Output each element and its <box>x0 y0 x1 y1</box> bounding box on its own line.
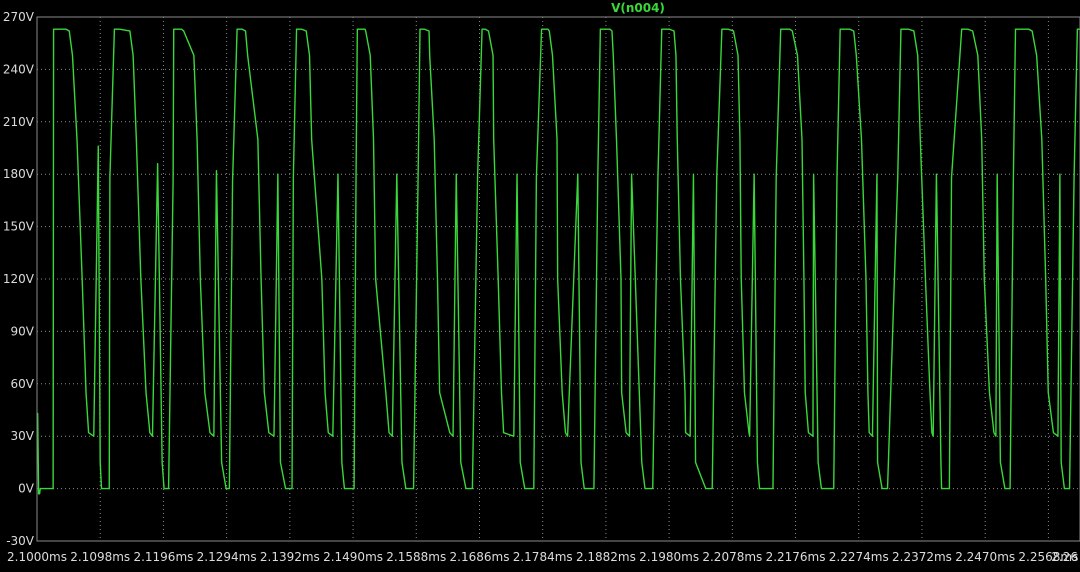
x-tick-label: 2.1392ms <box>260 550 320 564</box>
y-tick-label: 270V <box>3 10 35 24</box>
x-tick-label: 2.26 <box>1051 550 1078 564</box>
x-tick-label: 2.1490ms <box>323 550 383 564</box>
x-tick-label: 2.2078ms <box>702 550 762 564</box>
x-tick-label: 2.2274ms <box>829 550 889 564</box>
chart-title: V(n004) <box>611 1 665 15</box>
waveform-plot: V(n004) 270V 240V 210V 180V 150V 120V 90V 60V 30… <box>3 1 1080 564</box>
y-tick-label: 30V <box>11 429 35 443</box>
y-tick-label: 90V <box>11 324 35 338</box>
x-tick-label: 2.1784ms <box>513 550 573 564</box>
x-tick-label: 2.1196ms <box>133 550 193 564</box>
y-tick-label: -30V <box>6 534 35 548</box>
x-tick-label: 2.1000ms <box>7 550 67 564</box>
x-tick-label: 2.1882ms <box>576 550 636 564</box>
x-tick-label: 2.1686ms <box>450 550 510 564</box>
x-tick-label: 2.1588ms <box>386 550 446 564</box>
plot-grid <box>37 16 1080 542</box>
y-tick-label: 60V <box>11 377 35 391</box>
x-tick-label: 2.1098ms <box>70 550 130 564</box>
x-axis-tick-labels: 2.1000ms 2.1098ms 2.1196ms 2.1294ms 2.1392ms… <box>7 550 1078 564</box>
x-tick-label: 2.2372ms <box>892 550 952 564</box>
y-axis-tick-labels: 270V 240V 210V 180V 150V 120V 90V 60V 30V 0V -30V <box>3 10 35 548</box>
x-tick-label: 2.2470ms <box>955 550 1015 564</box>
y-tick-label: 120V <box>3 272 35 286</box>
x-tick-label: 2.1980ms <box>639 550 699 564</box>
y-tick-label: 150V <box>3 220 35 234</box>
x-tick-label: 2.2176ms <box>766 550 826 564</box>
series-line-v-n004 <box>36 28 1080 495</box>
x-tick-label: 2.1294ms <box>197 550 257 564</box>
trace-layer <box>36 28 1080 495</box>
y-tick-label: 180V <box>3 167 35 181</box>
y-tick-label: 0V <box>18 482 35 496</box>
y-tick-label: 210V <box>3 115 35 129</box>
y-tick-label: 240V <box>3 62 35 76</box>
